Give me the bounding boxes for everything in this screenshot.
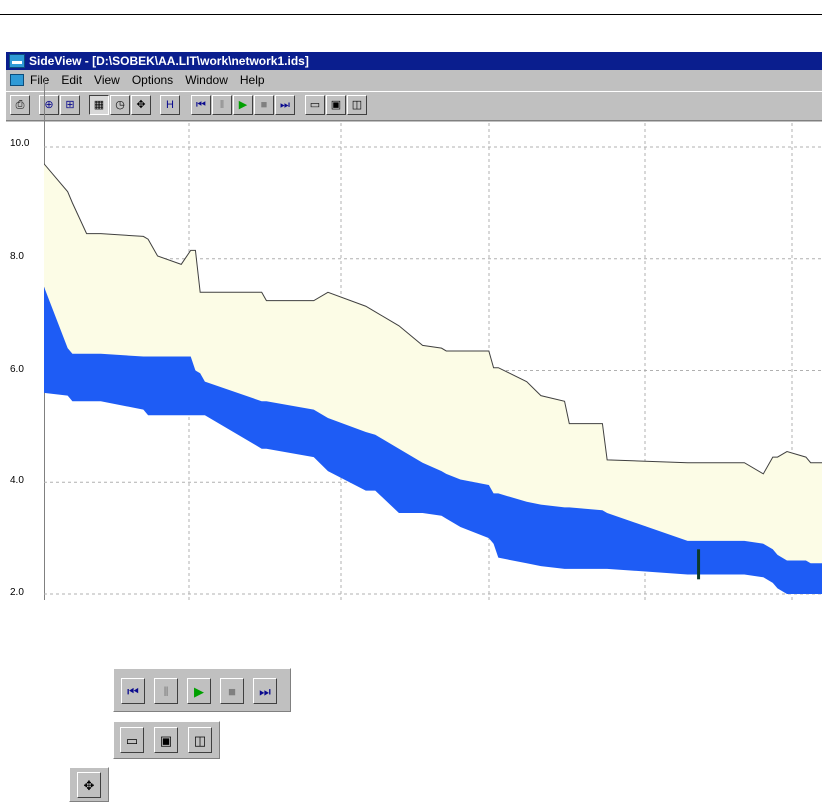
zoom-fit-button[interactable]: ⊞ <box>60 95 80 115</box>
his-button[interactable]: H <box>160 95 180 115</box>
playback-buttons-panel: ⏮ ‖ ▶ ■ ⏭ <box>113 668 291 712</box>
side-view-chart <box>44 123 822 600</box>
stop-icon: ■ <box>260 98 268 111</box>
open-icon: ▭ <box>125 732 139 748</box>
network-button-panel: ✥ <box>69 767 109 802</box>
zoom-button[interactable]: ⊕ <box>39 95 59 115</box>
pause-button[interactable]: ‖ <box>212 95 232 115</box>
window-title: SideView - [D:\SOBEK\AA.LIT\work\network… <box>29 54 309 68</box>
y-tick-label: 4.0 <box>10 475 24 486</box>
folder-button-large[interactable]: ▣ <box>154 727 178 753</box>
save-button-large[interactable]: ◫ <box>188 727 212 753</box>
play-icon: ▶ <box>238 98 248 111</box>
folder-icon: ▣ <box>159 732 173 748</box>
folder-icon: ▣ <box>330 98 342 111</box>
save-icon: ◫ <box>193 732 207 748</box>
y-tick-label: 10.0 <box>10 138 30 149</box>
menu-edit[interactable]: Edit <box>61 73 82 87</box>
clock-icon: ◷ <box>115 98 125 111</box>
zoom-fit-icon: ⊞ <box>65 98 75 111</box>
stop-icon: ■ <box>228 683 236 699</box>
network-icon: ✥ <box>83 777 95 793</box>
network-button[interactable]: ✥ <box>131 95 151 115</box>
file-buttons-panel: ▭ ▣ ◫ <box>113 721 220 759</box>
toolbar: ⎙ ⊕ ⊞ ▦ ◷ ✥ H ⏮ ‖ ▶ ■ ⏭ ▭ ▣ ◫ <box>6 91 822 121</box>
menu-view[interactable]: View <box>94 73 120 87</box>
save-icon: ◫ <box>351 98 363 111</box>
network-icon: ✥ <box>136 98 146 111</box>
open-icon: ▭ <box>309 98 321 111</box>
open-button-large[interactable]: ▭ <box>120 727 144 753</box>
menu-help[interactable]: Help <box>240 73 265 87</box>
pause-icon: ‖ <box>163 683 169 699</box>
y-tick-label: 2.0 <box>10 587 24 598</box>
go-to-start-icon: ⏮ <box>196 98 206 111</box>
folder-button[interactable]: ▣ <box>326 95 346 115</box>
go-to-start-button-large[interactable]: ⏮ <box>121 678 145 704</box>
menu-options[interactable]: Options <box>132 73 173 87</box>
grid-icon: ▦ <box>93 98 105 111</box>
network-button-large[interactable]: ✥ <box>77 772 101 798</box>
sideview-app-icon[interactable] <box>9 54 25 68</box>
grid-button[interactable]: ▦ <box>89 95 109 115</box>
go-to-start-button[interactable]: ⏮ <box>191 95 211 115</box>
y-tick-label: 6.0 <box>10 364 24 375</box>
clock-button[interactable]: ◷ <box>110 95 130 115</box>
go-to-end-icon: ⏭ <box>280 98 290 111</box>
pause-icon: ‖ <box>219 98 225 111</box>
menu-bar: File Edit View Options Window Help <box>6 70 822 89</box>
play-button[interactable]: ▶ <box>233 95 253 115</box>
his-icon: H <box>166 98 174 111</box>
play-button-large[interactable]: ▶ <box>187 678 211 704</box>
print-icon: ⎙ <box>15 98 25 111</box>
stop-button[interactable]: ■ <box>254 95 274 115</box>
go-to-end-button-large[interactable]: ⏭ <box>253 678 277 704</box>
y-tick-label: 8.0 <box>10 251 24 262</box>
go-to-end-icon: ⏭ <box>259 683 271 699</box>
menu-window[interactable]: Window <box>185 73 228 87</box>
print-button[interactable]: ⎙ <box>10 95 30 115</box>
stop-button-large[interactable]: ■ <box>220 678 244 704</box>
menu-file[interactable]: File <box>30 73 49 87</box>
position-cursor-marker <box>697 549 701 580</box>
page-top-rule <box>0 14 822 15</box>
open-button[interactable]: ▭ <box>305 95 325 115</box>
save-button[interactable]: ◫ <box>347 95 367 115</box>
document-icon[interactable] <box>10 73 24 86</box>
zoom-icon: ⊕ <box>44 98 54 111</box>
title-bar[interactable]: SideView - [D:\SOBEK\AA.LIT\work\network… <box>6 52 822 70</box>
pause-button-large[interactable]: ‖ <box>154 678 178 704</box>
play-icon: ▶ <box>194 683 204 699</box>
go-to-start-icon: ⏮ <box>127 683 139 699</box>
go-to-end-button[interactable]: ⏭ <box>275 95 295 115</box>
